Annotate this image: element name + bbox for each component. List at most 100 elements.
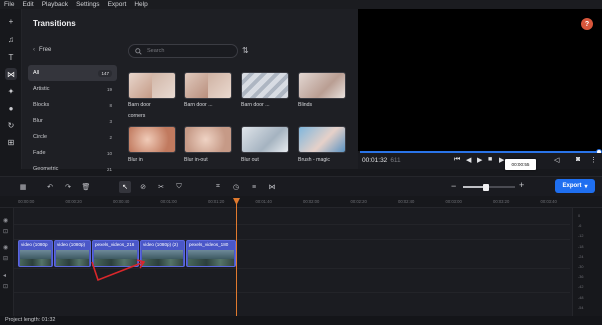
clip-thumbnails	[142, 250, 183, 266]
clip-label: video (1080p)	[57, 242, 86, 247]
category-blur[interactable]: Blur 3	[28, 113, 117, 129]
lock-icon[interactable]: ⊡	[3, 228, 8, 235]
ruler-tick-label: 00:02:20	[350, 199, 367, 204]
adjust-icon[interactable]: ≡	[248, 181, 260, 193]
transitions-icon[interactable]: ⋈	[5, 68, 17, 80]
speed-icon[interactable]: ◷	[230, 181, 242, 193]
thumb-label: Blur in-out	[184, 157, 208, 163]
help-button[interactable]: ?	[581, 18, 593, 30]
category-circle[interactable]: Circle 2	[28, 129, 117, 145]
menu-settings[interactable]: Settings	[76, 0, 100, 9]
transition-thumb-barn-door-2[interactable]	[184, 72, 232, 99]
text-icon[interactable]: T	[5, 51, 17, 63]
more-icon[interactable]: ⋮	[590, 156, 597, 164]
redo-icon[interactable]: ↷	[62, 181, 74, 193]
ruler-tick-label: 00:00:20	[65, 199, 82, 204]
category-label: Fade	[33, 150, 46, 156]
audio-icon[interactable]: ◂	[3, 272, 6, 279]
timeline-ruler[interactable]: 00:00:00 00:00:20 00:00:40 00:01:00 00:01:20…	[0, 196, 602, 208]
export-button[interactable]: Export ▾	[555, 179, 595, 193]
category-count: 21	[106, 166, 112, 172]
meter-label: -24	[578, 254, 584, 259]
transition-tool-icon[interactable]: ⋈	[266, 181, 278, 193]
track-headers: ◉ ⊡ ◉ ⊟ ◂ ⊡	[0, 208, 14, 316]
lock-icon[interactable]: ⊡	[3, 283, 8, 290]
tool-rail: + ♫ T ⋈ ✦ ● ↻ ⊞	[0, 9, 22, 169]
thumb-label: Barn door ...	[184, 102, 213, 108]
menu-playback[interactable]: Playback	[42, 0, 68, 9]
clip-label: video (1080p	[21, 242, 48, 247]
crop-icon[interactable]: ⌗	[212, 181, 224, 193]
sort-icon[interactable]: ⇅	[242, 46, 252, 56]
zoom-slider-handle[interactable]	[483, 183, 490, 191]
ruler-tick-label: 00:03:40	[540, 199, 557, 204]
track-link-icon[interactable]: ⊟	[3, 255, 8, 262]
preview-time-value: 00:01:32	[362, 157, 388, 164]
play-icon[interactable]: ▶	[477, 156, 482, 164]
delete-icon[interactable]: 🗑	[80, 181, 92, 193]
search-input[interactable]: Search	[128, 44, 238, 58]
transition-thumb-blur-in-out[interactable]	[184, 126, 232, 153]
category-all[interactable]: All 147	[28, 65, 117, 81]
rotate-icon[interactable]: ↻	[5, 119, 17, 131]
category-artistic[interactable]: Artistic 19	[28, 81, 117, 97]
volume-icon[interactable]: ◁	[554, 156, 559, 164]
timeline-clip[interactable]: video (1080p)	[54, 240, 91, 267]
meter-label: -6	[578, 224, 582, 229]
category-count: 8	[109, 102, 112, 108]
menu-edit[interactable]: Edit	[22, 0, 33, 9]
templates-icon[interactable]: ⊞	[5, 136, 17, 148]
undo-icon[interactable]: ↶	[44, 181, 56, 193]
search-placeholder: Search	[147, 48, 165, 54]
grid-icon[interactable]: ▦	[17, 181, 29, 193]
shield-icon[interactable]: ⛉	[173, 181, 185, 193]
eye-icon[interactable]: ◉	[3, 244, 8, 251]
transition-thumb-barn-door-3[interactable]	[241, 72, 289, 99]
zoom-in-icon[interactable]: +	[519, 180, 524, 190]
playhead-line[interactable]	[236, 203, 237, 316]
snapshot-icon[interactable]: ◙	[576, 156, 580, 163]
plus-icon[interactable]: +	[5, 15, 17, 27]
thumb-label: Barn door	[128, 102, 151, 108]
step-forward-icon[interactable]: ▶	[499, 156, 504, 164]
clip-thumbnails	[20, 250, 51, 266]
meter-label: -36	[578, 275, 584, 280]
preview-frames: 611	[390, 157, 401, 164]
timeline-clip[interactable]: pexels_videos_180	[186, 240, 236, 267]
ripple-icon[interactable]: ⊘	[137, 181, 149, 193]
menu-export[interactable]: Export	[108, 0, 127, 9]
skip-start-icon[interactable]: ⏮	[454, 156, 460, 164]
music-icon[interactable]: ♫	[5, 33, 17, 45]
transition-thumb-barn-door[interactable]	[128, 72, 176, 99]
menu-file[interactable]: File	[4, 0, 14, 9]
clip-thumbnails	[56, 250, 89, 266]
menu-help[interactable]: Help	[134, 0, 147, 9]
ruler-tick-label: 00:02:00	[303, 199, 320, 204]
stop-icon[interactable]: ■	[488, 156, 492, 163]
transition-thumb-blur-in[interactable]	[128, 126, 176, 153]
category-fade[interactable]: Fade 10	[28, 145, 117, 161]
effects-icon[interactable]: ✦	[5, 85, 17, 97]
cut-icon[interactable]: ✂	[155, 181, 167, 193]
zoom-out-icon[interactable]: −	[451, 181, 456, 191]
thumb-label: Barn door ...	[241, 102, 270, 108]
free-filter[interactable]: ‹ Free	[33, 47, 51, 53]
export-label: Export	[562, 183, 582, 189]
step-back-icon[interactable]: ◀	[466, 156, 471, 164]
transition-thumb-blur-out[interactable]	[241, 126, 289, 153]
category-label: Circle	[33, 134, 48, 140]
transition-thumb-brush-magic[interactable]	[298, 126, 346, 153]
video-preview[interactable]	[358, 9, 602, 151]
clip-label: pexels_videos_180	[189, 242, 229, 247]
stickers-icon[interactable]: ●	[5, 102, 17, 114]
category-blocks[interactable]: Blocks 8	[28, 97, 117, 113]
timeline-clip[interactable]: video (1080p	[18, 240, 53, 267]
time-tooltip: 00:00:55	[505, 159, 536, 170]
meter-label: -18	[578, 244, 584, 249]
category-geometric[interactable]: Geometric 21	[28, 161, 117, 177]
transition-thumb-blinds[interactable]	[298, 72, 346, 99]
category-label: Artistic	[33, 86, 50, 92]
select-tool-icon[interactable]: ↖	[119, 181, 131, 193]
eye-icon[interactable]: ◉	[3, 217, 8, 224]
track-divider	[14, 292, 570, 293]
